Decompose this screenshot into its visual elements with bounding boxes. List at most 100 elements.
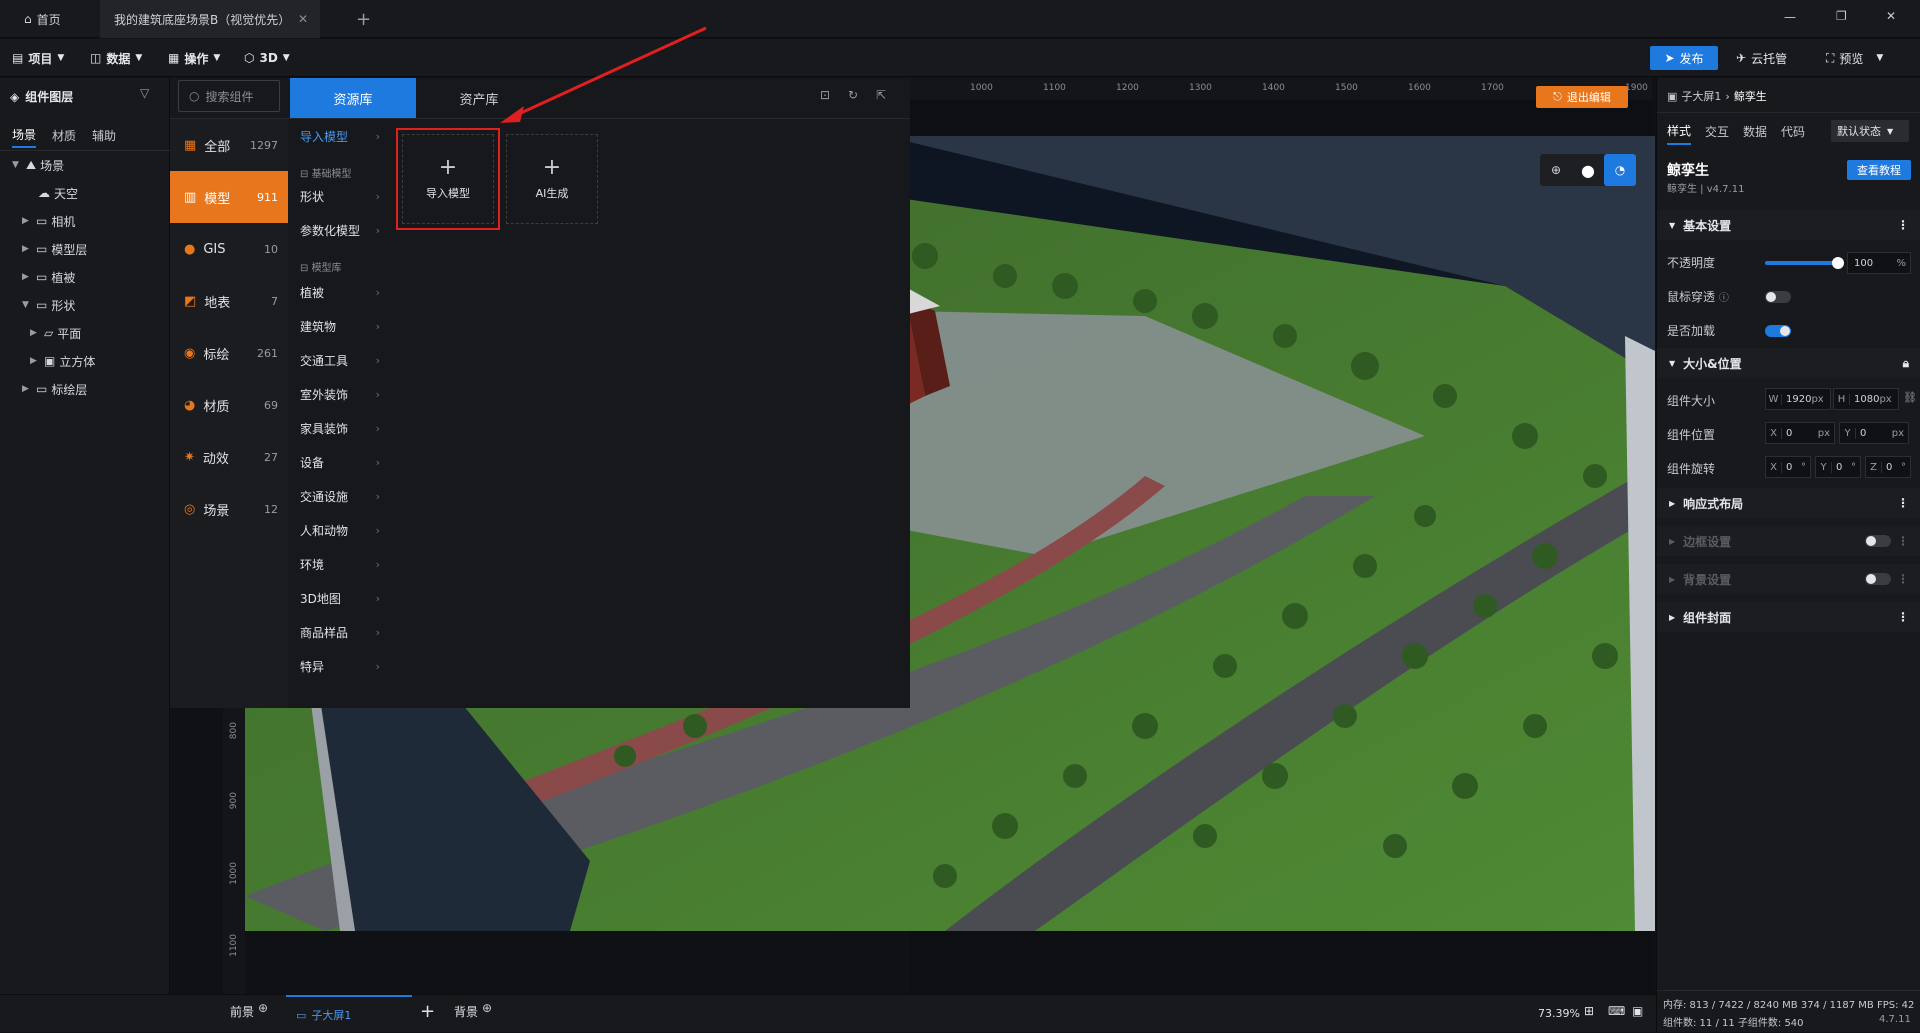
y-input[interactable]: Y 0 px [1839,422,1909,444]
tree-item-plane[interactable]: ▶ ▱ 平面 [0,320,81,346]
close-icon[interactable]: ✕ [298,12,308,26]
more-icon[interactable]: ⋮ [1897,496,1909,510]
tab-code[interactable]: 代码 [1781,123,1805,144]
category-plot[interactable]: ◉ 标绘 261 [170,327,288,379]
subcategory-item[interactable]: 商品样品 › [288,615,388,649]
menu-3d[interactable]: ⬡ 3D ▼ [244,39,290,77]
opacity-slider[interactable] [1765,257,1844,269]
border-toggle[interactable] [1865,535,1891,547]
cloud-hosting-button[interactable]: ✈ 云托管 [1736,46,1787,70]
subcategory-item[interactable]: 3D地图 › [288,581,388,615]
section-border[interactable]: ▶ 边框设置 ⋮ [1657,526,1920,556]
section-cover[interactable]: ▶ 组件封面 ⋮ [1657,602,1920,632]
fit-screen-icon[interactable]: ⊞ [1584,1004,1594,1018]
subcategory-item[interactable]: 设备 › [288,445,388,479]
popout-icon[interactable]: ⇱ [876,88,886,102]
screen-tab-active[interactable]: ▭ 子大屏1 [286,995,412,1033]
category-scene[interactable]: ◎ 场景 12 [170,483,288,535]
terminal-icon[interactable]: ▣ [1632,1004,1643,1018]
category-effect[interactable]: ✷ 动效 27 [170,431,288,483]
tab-asset-library[interactable]: 资产库 [416,78,542,118]
rotation-y-input[interactable]: Y 0 ° [1815,456,1861,478]
menu-operate[interactable]: ▦ 操作 ▼ [168,39,220,77]
tree-item-scene[interactable]: ▼ ⛰ 场景 [0,152,64,178]
opacity-input[interactable]: 100 % [1847,252,1911,274]
search-input[interactable]: ○ 搜索组件 [178,80,280,112]
keyboard-icon[interactable]: ⌨ [1608,1004,1625,1018]
menu-data[interactable]: ◫ 数据 ▼ [90,39,142,77]
refresh-icon[interactable]: ↻ [848,88,858,102]
ai-generate-card[interactable]: + AI生成 [506,134,598,224]
add-screen-button[interactable]: + [420,1001,435,1022]
mouse-through-toggle[interactable] [1765,291,1791,303]
tab-resource-library[interactable]: 资源库 [290,78,416,118]
subcategory-import-model[interactable]: 导入模型 › [288,119,388,153]
rotation-z-input[interactable]: Z 0 ° [1865,456,1911,478]
more-icon[interactable]: ⋮ [1897,610,1909,624]
exit-edit-button[interactable]: ⎋ 退出编辑 [1536,86,1628,108]
more-icon[interactable]: ⋮ [1897,572,1909,586]
tree-item-model-layer[interactable]: ▶ ▭ 模型层 [0,236,87,262]
link-icon[interactable]: ⛓ [1903,391,1917,404]
background-toggle[interactable] [1865,573,1891,585]
subcategory-item[interactable]: 家具装饰 › [288,411,388,445]
subcategory-item[interactable]: 人和动物 › [288,513,388,547]
subcategory-parametric[interactable]: 参数化模型 › [288,213,388,247]
section-responsive[interactable]: ▶ 响应式布局 ⋮ [1657,488,1920,518]
subcategory-item[interactable]: 植被 › [288,275,388,309]
add-circle-icon[interactable]: ⊕ [482,1001,492,1015]
tab-scene[interactable]: 场景 [12,126,37,148]
subcategory-shape[interactable]: 形状 › [288,179,388,213]
zoom-level[interactable]: 73.39% [1538,1007,1580,1020]
section-basic-settings[interactable]: ▼ 基本设置 ⋮ [1657,210,1920,240]
minimize-button[interactable]: — [1784,10,1796,24]
category-model[interactable]: ▥ 模型 911 [170,171,288,223]
tree-item-vegetation[interactable]: ▶ ▭ 植被 [0,264,75,290]
tab-material[interactable]: 材质 [52,127,76,147]
more-icon[interactable]: ⋮ [1897,218,1909,232]
tab-document[interactable]: 我的建筑底座场景B（视觉优先） ✕ [100,0,320,38]
close-window-button[interactable]: ✕ [1886,9,1896,23]
import-model-card[interactable]: + 导入模型 [402,134,494,224]
tree-item-shape[interactable]: ▼ ▭ 形状 [0,292,75,318]
tab-interaction[interactable]: 交互 [1705,123,1729,144]
tree-item-sky[interactable]: ☁ 天空 [0,180,78,206]
category-terrain[interactable]: ◩ 地表 7 [170,275,288,327]
tab-data[interactable]: 数据 [1743,123,1767,144]
globe-icon[interactable]: ⊕ [1540,154,1572,186]
tree-item-plot-layer[interactable]: ▶ ▭ 标绘层 [0,376,87,402]
preview-button[interactable]: ⛶ 预览 ▼ [1826,46,1883,70]
add-circle-icon[interactable]: ⊕ [258,1001,268,1015]
tutorial-button[interactable]: 查看教程 [1847,160,1911,180]
tab-home[interactable]: ⌂ 首页 [10,0,86,38]
section-background[interactable]: ▶ 背景设置 ⋮ [1657,564,1920,594]
tab-helper[interactable]: 辅助 [92,127,116,147]
subcategory-item[interactable]: 交通工具 › [288,343,388,377]
subcategory-item[interactable]: 环境 › [288,547,388,581]
menu-project[interactable]: ▤ 项目 ▼ [12,39,64,77]
subcategory-item[interactable]: 建筑物 › [288,309,388,343]
foreground-layer[interactable]: 前景 ⊕ [230,1001,268,1020]
restore-button[interactable]: ❐ [1836,9,1847,23]
solid-sphere-icon[interactable]: ● [1572,154,1604,186]
category-gis[interactable]: ● GIS 10 [170,223,288,275]
background-layer[interactable]: 背景 ⊕ [454,1001,492,1020]
section-size-position[interactable]: ▼ 大小&位置 🔒︎ [1657,348,1920,378]
lock-icon[interactable]: 🔒︎ [1903,356,1909,371]
orbit-icon[interactable]: ◔ [1604,154,1636,186]
new-tab-button[interactable]: + [342,0,385,38]
subcategory-item[interactable]: 交通设施 › [288,479,388,513]
screenshot-icon[interactable]: ⊡ [820,88,830,102]
filter-icon[interactable]: ▽ [140,86,149,100]
publish-button[interactable]: ➤ 发布 [1650,46,1718,70]
rotation-x-input[interactable]: X 0 ° [1765,456,1811,478]
preload-toggle[interactable] [1765,325,1791,337]
more-icon[interactable]: ⋮ [1897,534,1909,548]
width-input[interactable]: W 1920 px [1765,388,1831,410]
tree-item-camera[interactable]: ▶ ▭ 相机 [0,208,75,234]
height-input[interactable]: H 1080 px [1833,388,1899,410]
category-material[interactable]: ◕ 材质 69 [170,379,288,431]
subcategory-item[interactable]: 室外装饰 › [288,377,388,411]
x-input[interactable]: X 0 px [1765,422,1835,444]
state-select[interactable]: 默认状态 ▼ [1831,120,1909,142]
